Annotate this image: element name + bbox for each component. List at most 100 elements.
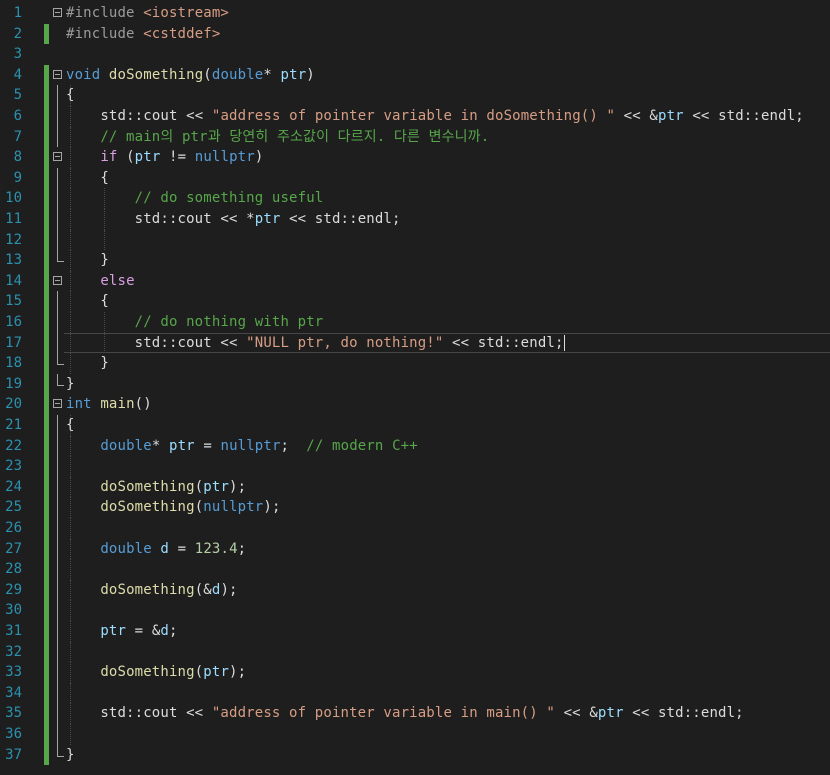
- code-text[interactable]: ptr = &d;: [66, 621, 178, 642]
- code-line[interactable]: 20 int main(): [0, 394, 830, 415]
- collapse-icon[interactable]: [53, 275, 62, 285]
- fold-end-marker: [57, 353, 64, 366]
- code-line[interactable]: 16 // do nothing with ptr: [0, 312, 830, 333]
- code-line[interactable]: 6 std::cout << "address of pointer varia…: [0, 106, 830, 127]
- code-token: std::cout <<: [66, 334, 247, 351]
- code-line[interactable]: 15 {: [0, 291, 830, 312]
- code-line[interactable]: 24 doSomething(ptr);: [0, 476, 830, 498]
- code-text[interactable]: void doSomething(double* ptr): [66, 65, 315, 86]
- code-text[interactable]: int main(): [66, 394, 152, 415]
- code-text[interactable]: std::cout << *ptr << std::endl;: [66, 209, 401, 230]
- code-token: doSomething: [100, 664, 195, 681]
- line-number: 8: [13, 149, 22, 166]
- code-line[interactable]: 34: [0, 682, 830, 704]
- code-line[interactable]: 4 void doSomething(double* ptr): [0, 64, 830, 86]
- code-text[interactable]: doSomething(nullptr);: [66, 497, 281, 518]
- code-token: // do nothing with ptr: [66, 314, 324, 330]
- line-number: 20: [5, 396, 22, 413]
- code-line[interactable]: 29 doSomething(&d);: [0, 579, 830, 601]
- code-text[interactable]: {: [66, 415, 75, 436]
- code-text[interactable]: doSomething(&d);: [66, 580, 238, 601]
- collapse-icon[interactable]: [53, 152, 62, 162]
- code-line[interactable]: 18 }: [0, 353, 830, 374]
- code-line[interactable]: 17 std::cout << "NULL ptr, do nothing!" …: [0, 332, 830, 354]
- fold-line: [57, 229, 58, 251]
- code-line[interactable]: 10 // do something useful: [0, 188, 830, 209]
- indent-guide: [70, 724, 71, 745]
- code-text[interactable]: }: [66, 374, 75, 395]
- code-line[interactable]: 5{: [0, 85, 830, 106]
- code-text[interactable]: doSomething(ptr);: [66, 662, 246, 683]
- collapse-icon[interactable]: [53, 399, 62, 409]
- code-line[interactable]: 37}: [0, 744, 830, 766]
- code-line[interactable]: 22 double* ptr = nullptr; // modern C++: [0, 435, 830, 457]
- code-token: << std::: [683, 108, 761, 124]
- code-text[interactable]: std::cout << "address of pointer variabl…: [66, 106, 804, 127]
- code-text[interactable]: {: [66, 85, 75, 106]
- code-line[interactable]: 11 std::cout << *ptr << std::endl;: [0, 209, 830, 230]
- code-line[interactable]: 19}: [0, 373, 830, 395]
- code-text[interactable]: }: [66, 745, 75, 766]
- line-number: 3: [13, 46, 22, 63]
- code-token: ptr: [597, 705, 624, 722]
- code-text[interactable]: double d = 123.4;: [66, 539, 246, 560]
- change-indicator: [44, 415, 49, 436]
- code-token: cout: [143, 108, 178, 124]
- code-line[interactable]: 36: [0, 724, 830, 745]
- code-token: else: [100, 272, 135, 289]
- code-line[interactable]: 14 else: [0, 270, 830, 292]
- code-text[interactable]: #include <cstddef>: [66, 24, 220, 45]
- code-token: std: [66, 108, 127, 124]
- code-line[interactable]: 27 double d = 123.4;: [0, 538, 830, 560]
- code-text[interactable]: }: [66, 250, 109, 271]
- collapse-icon[interactable]: [53, 69, 62, 79]
- code-line[interactable]: 26: [0, 518, 830, 539]
- code-text[interactable]: // do something useful: [66, 188, 324, 209]
- code-token: std::cout <<: [66, 705, 212, 722]
- code-line[interactable]: 30: [0, 600, 830, 621]
- code-editor[interactable]: 1 #include <iostream> 2 #include <cstddef> 3…: [0, 0, 830, 775]
- line-number: 22: [5, 437, 22, 454]
- fold-line: [57, 724, 58, 745]
- code-token: void: [66, 66, 101, 83]
- code-line[interactable]: 13 }: [0, 250, 830, 271]
- code-text[interactable]: // do nothing with ptr: [66, 312, 324, 333]
- code-text[interactable]: double* ptr = nullptr; // modern C++: [66, 436, 418, 457]
- code-text[interactable]: if (ptr != nullptr): [66, 147, 263, 168]
- code-token: {: [66, 169, 109, 186]
- code-line[interactable]: 23: [0, 456, 830, 477]
- code-text[interactable]: {: [66, 291, 109, 312]
- collapse-icon[interactable]: [53, 8, 62, 17]
- code-text[interactable]: std::cout << "address of pointer variabl…: [66, 703, 744, 724]
- code-line[interactable]: 31 ptr = &d;: [0, 621, 830, 642]
- fold-end-marker: [57, 373, 64, 386]
- code-text[interactable]: // main의 ptr과 당연히 주소값이 다르지. 다른 변수니까.: [66, 127, 489, 148]
- code-line[interactable]: 35 std::cout << "address of pointer vari…: [0, 703, 830, 724]
- code-line[interactable]: 8 if (ptr != nullptr): [0, 147, 830, 168]
- code-line[interactable]: 3: [0, 44, 830, 65]
- code-text[interactable]: doSomething(ptr);: [66, 477, 246, 498]
- code-line[interactable]: 33 doSomething(ptr);: [0, 662, 830, 683]
- code-line[interactable]: 12: [0, 229, 830, 251]
- code-line[interactable]: 32: [0, 641, 830, 663]
- code-line[interactable]: 28: [0, 559, 830, 580]
- code-line[interactable]: 21 {: [0, 415, 830, 436]
- code-line[interactable]: 25 doSomething(nullptr);: [0, 497, 830, 518]
- line-number: 4: [13, 66, 22, 83]
- code-text[interactable]: {: [66, 168, 109, 189]
- line-number: 6: [13, 108, 22, 124]
- code-line[interactable]: 7 // main의 ptr과 당연히 주소값이 다르지. 다른 변수니까.: [0, 126, 830, 148]
- code-line[interactable]: 9 {: [0, 167, 830, 189]
- code-text[interactable]: std::cout << "NULL ptr, do nothing!" << …: [66, 333, 565, 354]
- code-text[interactable]: else: [66, 271, 135, 292]
- code-text[interactable]: #include <iostream>: [66, 3, 229, 24]
- line-number: 37: [5, 746, 22, 763]
- code-token: ptr: [203, 664, 230, 681]
- code-line[interactable]: 2 #include <cstddef>: [0, 23, 830, 45]
- code-line[interactable]: 1 #include <iostream>: [0, 3, 830, 24]
- code-text[interactable]: }: [66, 353, 109, 374]
- indent-guide: [70, 641, 71, 663]
- code-token: ptr: [658, 108, 684, 124]
